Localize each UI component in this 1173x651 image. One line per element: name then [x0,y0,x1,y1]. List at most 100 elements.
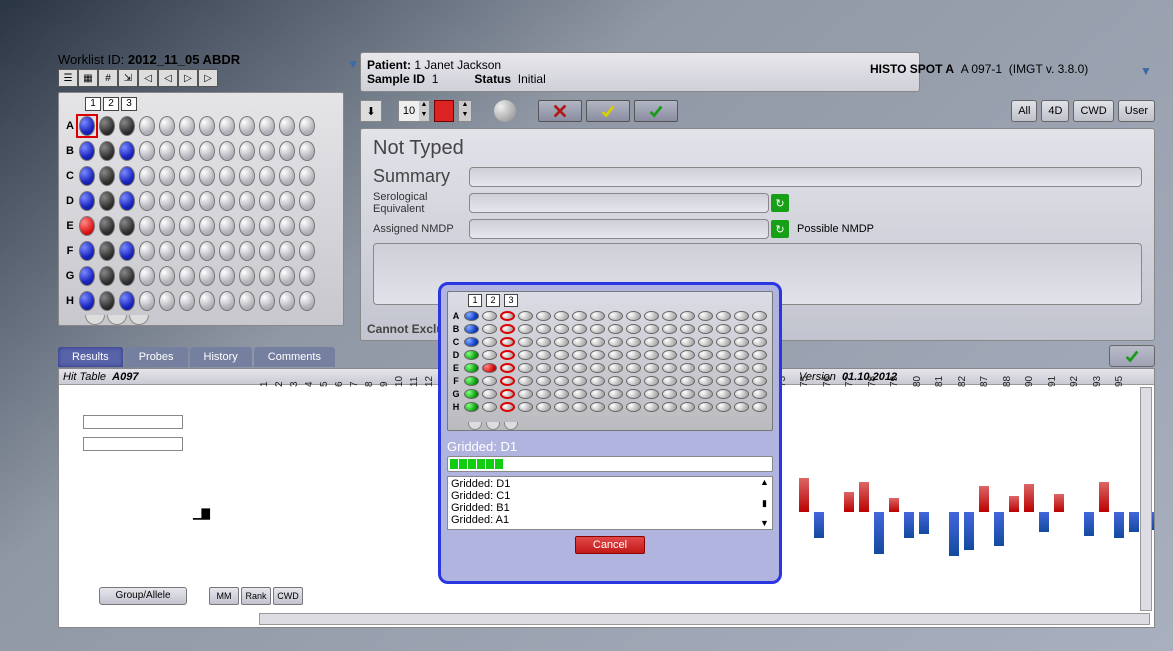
mini-well-B9[interactable] [606,323,624,335]
well-G1[interactable] [77,265,97,287]
well-E3[interactable] [117,215,137,237]
well-F8[interactable] [217,240,237,262]
well-D9[interactable] [237,190,257,212]
well-D12[interactable] [297,190,317,212]
well-C8[interactable] [217,165,237,187]
mini-well-H17[interactable] [750,401,768,413]
mini-well-B2[interactable] [480,323,498,335]
mini-well-D17[interactable] [750,349,768,361]
mini-well-D10[interactable] [624,349,642,361]
mini-well-B15[interactable] [714,323,732,335]
well-B11[interactable] [277,140,297,162]
well-G7[interactable] [197,265,217,287]
mini-well-E5[interactable] [534,362,552,374]
mini-well-C8[interactable] [588,336,606,348]
mini-well-H15[interactable] [714,401,732,413]
mini-well-B10[interactable] [624,323,642,335]
mini-well-F11[interactable] [642,375,660,387]
mini-well-A17[interactable] [750,310,768,322]
well-A5[interactable] [157,115,177,137]
mini-well-D8[interactable] [588,349,606,361]
expand-icon[interactable]: ▼ [1140,64,1152,78]
mini-well-G7[interactable] [570,388,588,400]
mini-well-F2[interactable] [480,375,498,387]
mini-well-E3[interactable] [498,362,516,374]
nav-prev-icon[interactable]: ◁ [158,69,178,87]
well-A10[interactable] [257,115,277,137]
nav-first-icon[interactable]: ◁ [138,69,158,87]
well-A11[interactable] [277,115,297,137]
well-A1[interactable] [77,115,97,137]
log-up-icon[interactable]: ▲ [760,478,769,487]
well-D10[interactable] [257,190,277,212]
mini-well-A2[interactable] [480,310,498,322]
confirm-button[interactable] [1109,345,1155,367]
accept-button[interactable] [634,100,678,122]
well-B2[interactable] [97,140,117,162]
mini-well-H12[interactable] [660,401,678,413]
globe-icon[interactable] [494,100,516,122]
well-A3[interactable] [117,115,137,137]
nav-table-icon[interactable]: ▦ [78,69,98,87]
well-C12[interactable] [297,165,317,187]
mini-well-G4[interactable] [516,388,534,400]
mini-well-F16[interactable] [732,375,750,387]
well-G3[interactable] [117,265,137,287]
count-stepper[interactable]: 10▲▼ [398,100,430,122]
mini-well-G9[interactable] [606,388,624,400]
well-C4[interactable] [137,165,157,187]
mini-well-G5[interactable] [534,388,552,400]
mini-well-G11[interactable] [642,388,660,400]
mini-well-F7[interactable] [570,375,588,387]
well-F12[interactable] [297,240,317,262]
nav-grid-icon[interactable]: # [98,69,118,87]
mini-well-E15[interactable] [714,362,732,374]
mini-well-C9[interactable] [606,336,624,348]
reject-button[interactable] [538,100,582,122]
well-E11[interactable] [277,215,297,237]
well-F1[interactable] [77,240,97,262]
refresh-sero-icon[interactable]: ↻ [771,194,789,212]
well-G9[interactable] [237,265,257,287]
mini-well-C1[interactable] [462,336,480,348]
well-H1[interactable] [77,290,97,312]
well-D3[interactable] [117,190,137,212]
mini-stepper[interactable]: ▲▼ [458,100,472,122]
mini-well-C12[interactable] [660,336,678,348]
well-E5[interactable] [157,215,177,237]
well-H7[interactable] [197,290,217,312]
mini-well-C11[interactable] [642,336,660,348]
group-allele-button[interactable]: Group/Allele [99,587,187,605]
mini-well-H8[interactable] [588,401,606,413]
mini-well-C2[interactable] [480,336,498,348]
mini-well-H3[interactable] [498,401,516,413]
mini-well-D11[interactable] [642,349,660,361]
refresh-nmdp-icon[interactable]: ↻ [771,220,789,238]
well-C3[interactable] [117,165,137,187]
well-F10[interactable] [257,240,277,262]
mini-well-F4[interactable] [516,375,534,387]
mini-well-C14[interactable] [696,336,714,348]
mini-well-A1[interactable] [462,310,480,322]
well-A8[interactable] [217,115,237,137]
mini-well-C7[interactable] [570,336,588,348]
nav-next-icon[interactable]: ▷ [178,69,198,87]
well-H6[interactable] [177,290,197,312]
well-D6[interactable] [177,190,197,212]
mini-well-H16[interactable] [732,401,750,413]
mini-well-F10[interactable] [624,375,642,387]
mini-well-D5[interactable] [534,349,552,361]
well-F2[interactable] [97,240,117,262]
well-G5[interactable] [157,265,177,287]
mini-well-A15[interactable] [714,310,732,322]
mini-well-B3[interactable] [498,323,516,335]
well-C7[interactable] [197,165,217,187]
well-F4[interactable] [137,240,157,262]
mini-well-E10[interactable] [624,362,642,374]
well-F5[interactable] [157,240,177,262]
mini-well-B13[interactable] [678,323,696,335]
filter-4d[interactable]: 4D [1041,100,1069,122]
log-thumb[interactable]: ▮ [762,499,767,508]
mini-well-B8[interactable] [588,323,606,335]
filter-input-1[interactable] [83,415,183,429]
